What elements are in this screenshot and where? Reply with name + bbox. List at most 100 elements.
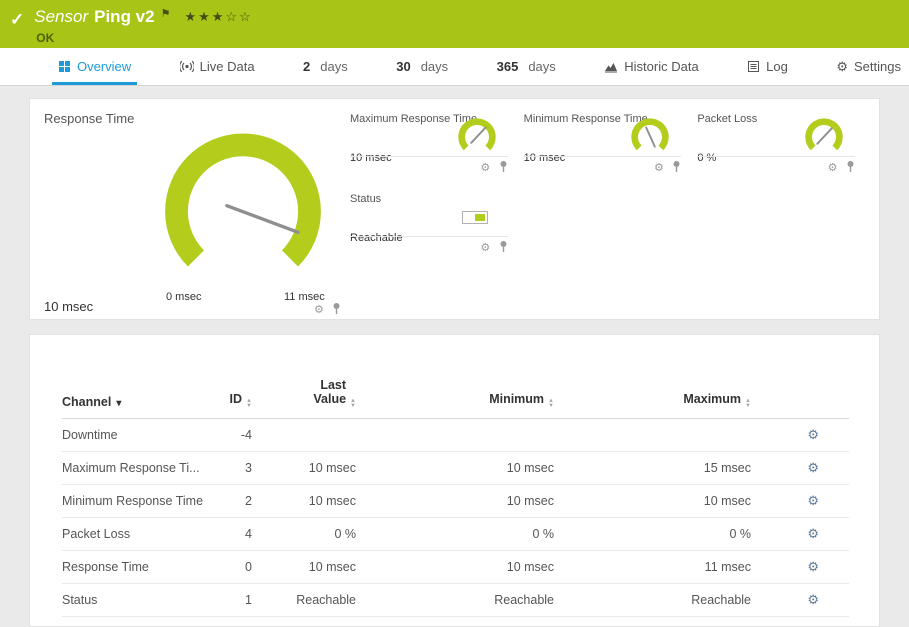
gear-icon[interactable]: ⚙	[480, 162, 490, 174]
gear-icon[interactable]: ⚙	[314, 304, 324, 316]
tab-30-days[interactable]: 30 days	[390, 48, 454, 85]
channel-minimum: 10 msec	[507, 560, 554, 574]
channel-name: Maximum Response Ti...	[62, 461, 212, 475]
historic-data-icon	[604, 60, 618, 73]
tab-365-days[interactable]: 365days	[491, 48, 562, 85]
column-label: Minimum	[489, 392, 544, 406]
response-time-value: 10 msec	[44, 299, 93, 314]
pin-icon[interactable]	[332, 301, 341, 318]
table-row-downtime[interactable]: Downtime -4 ⚙	[62, 419, 849, 452]
channel-last-value: 0 %	[334, 527, 356, 541]
channel-settings-icon[interactable]: ⚙	[807, 493, 849, 509]
channel-maximum: 10 msec	[704, 494, 751, 508]
flag-icon[interactable]: ⚑	[161, 7, 171, 20]
column-header-minimum[interactable]: Minimum ▲▼	[489, 392, 554, 409]
table-row-status[interactable]: Status 1 Reachable Reachable Reachable ⚙	[62, 584, 849, 617]
table-header-row: Channel▾ ID▲▼ Last Value▲▼ Minimum▲▼ Max…	[62, 375, 849, 419]
channels-table: Channel▾ ID▲▼ Last Value▲▼ Minimum▲▼ Max…	[62, 375, 849, 617]
sort-icon[interactable]: ▲▼	[246, 399, 252, 409]
channel-settings-icon[interactable]: ⚙	[807, 427, 849, 443]
channel-minimum: 10 msec	[507, 494, 554, 508]
column-label: Channel	[62, 395, 111, 409]
tab-label: 365	[497, 59, 519, 74]
gauge-actions: ⚙	[524, 156, 682, 177]
channel-id: 0	[245, 560, 252, 574]
tab-label: Overview	[77, 59, 131, 74]
tab-2-days[interactable]: 2 days	[297, 48, 354, 85]
sort-icon[interactable]: ▲▼	[745, 399, 751, 409]
sensor-header: ✓ Sensor Ping v2 ⚑ ★★★☆☆ OK	[0, 0, 909, 48]
status-check-icon: ✓	[10, 10, 24, 48]
channel-maximum: Reachable	[691, 593, 751, 607]
column-header-channel[interactable]: Channel ▾	[62, 395, 212, 409]
pin-icon[interactable]	[499, 159, 508, 176]
sort-icon[interactable]: ▲▼	[350, 399, 356, 409]
channel-maximum: 15 msec	[704, 461, 751, 475]
tab-label-unit: days	[320, 59, 347, 74]
table-row-maximum-response-time[interactable]: Maximum Response Ti... 3 10 msec 10 msec…	[62, 452, 849, 485]
column-header-maximum[interactable]: Maximum ▲▼	[683, 392, 751, 409]
channel-maximum: 0 %	[729, 527, 751, 541]
sensor-status-badge: OK	[36, 31, 253, 45]
channel-name: Minimum Response Time	[62, 494, 212, 508]
table-row-response-time[interactable]: Response Time 0 10 msec 10 msec 11 msec …	[62, 551, 849, 584]
sensor-kicker: Sensor	[34, 7, 88, 27]
status-card: Status Reachable ⚙	[350, 193, 508, 257]
sort-caret-icon[interactable]: ▾	[116, 398, 121, 409]
column-label: ID	[230, 392, 243, 406]
gear-icon[interactable]: ⚙	[828, 162, 838, 174]
min-response-time-gauge	[627, 115, 673, 161]
gauge-actions: ⚙	[350, 156, 508, 177]
channel-settings-icon[interactable]: ⚙	[807, 592, 849, 608]
max-response-time-card: Maximum Response Time 10 msec ⚙	[350, 113, 508, 177]
channel-id: 4	[245, 527, 252, 541]
tab-label: 2	[303, 59, 310, 74]
tab-historic-data[interactable]: Historic Data	[598, 48, 704, 85]
channel-settings-icon[interactable]: ⚙	[807, 559, 849, 575]
channel-name: Packet Loss	[62, 527, 212, 541]
channel-id: 2	[245, 494, 252, 508]
sort-icon[interactable]: ▲▼	[548, 399, 554, 409]
pin-icon[interactable]	[846, 159, 855, 176]
channel-last-value: 10 msec	[309, 494, 356, 508]
channel-name: Response Time	[62, 560, 212, 574]
tab-overview[interactable]: Overview	[52, 48, 137, 85]
min-response-time-card: Minimum Response Time 10 msec ⚙	[524, 113, 682, 177]
settings-gear-icon: ⚙	[836, 59, 848, 75]
tab-log[interactable]: Log	[741, 48, 794, 85]
tab-label-unit: days	[421, 59, 448, 74]
gear-icon[interactable]: ⚙	[654, 162, 664, 174]
tab-bar: Overview Live Data 2days 30days 365days …	[0, 48, 909, 86]
channel-minimum: Reachable	[494, 593, 554, 607]
channel-last-value: 10 msec	[309, 560, 356, 574]
overview-icon	[58, 60, 71, 73]
status-on-block	[475, 214, 485, 221]
channel-settings-icon[interactable]: ⚙	[807, 526, 849, 542]
channel-id: 3	[245, 461, 252, 475]
channel-maximum: 11 msec	[705, 560, 751, 574]
table-row-packet-loss[interactable]: Packet Loss 4 0 % 0 % 0 % ⚙	[62, 518, 849, 551]
column-header-last-value[interactable]: Last Value ▲▼	[294, 378, 356, 409]
column-header-id[interactable]: ID▲▼	[230, 392, 252, 409]
gauge-actions: ⚙	[697, 156, 855, 177]
table-row-minimum-response-time[interactable]: Minimum Response Time 2 10 msec 10 msec …	[62, 485, 849, 518]
tab-live-data[interactable]: Live Data	[174, 48, 261, 85]
sensor-title-block: Sensor Ping v2 ⚑ ★★★☆☆ OK	[34, 7, 253, 48]
channel-settings-icon[interactable]: ⚙	[807, 460, 849, 476]
column-label: Last Value	[294, 378, 346, 406]
tab-label: 30	[396, 59, 410, 74]
pin-icon[interactable]	[499, 239, 508, 256]
gear-icon[interactable]: ⚙	[480, 242, 490, 254]
column-label: Maximum	[683, 392, 741, 406]
channel-last-value: 10 msec	[309, 461, 356, 475]
channel-name: Downtime	[62, 428, 212, 442]
gauge-min-label: 0 msec	[166, 291, 201, 303]
gauge-actions: ⚙	[350, 236, 508, 257]
status-title: Status	[350, 193, 508, 205]
mini-gauges: Maximum Response Time 10 msec ⚙ Minimum …	[350, 113, 855, 257]
tab-settings[interactable]: ⚙ Settings	[830, 48, 907, 85]
priority-stars[interactable]: ★★★☆☆	[184, 9, 252, 25]
channel-id: -4	[241, 428, 252, 442]
channel-id: 1	[245, 593, 252, 607]
pin-icon[interactable]	[672, 159, 681, 176]
